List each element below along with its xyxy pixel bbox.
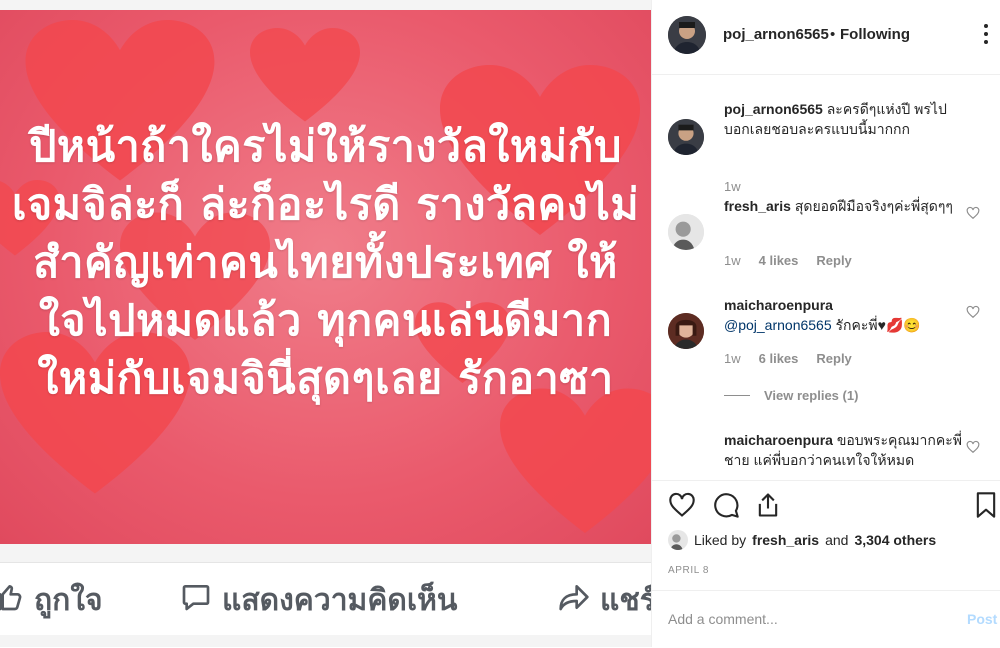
share-action[interactable]: แชร์	[558, 577, 651, 624]
thumbs-up-icon	[0, 581, 24, 621]
share-action-label: แชร์	[600, 583, 651, 618]
post-media: ปีหน้าถ้าใครไม่ให้รางวัลใหม่กับ เจมจิล่ะ…	[0, 0, 651, 647]
heart-decoration	[250, 25, 360, 130]
liked-by-prefix: Liked by	[694, 532, 747, 548]
post-comment-button[interactable]: Post	[967, 611, 997, 627]
comment-meta: 1w 6 likes Reply	[724, 351, 852, 366]
comments-list: poj_arnon6565 ละครดีๆแห่งปี พรไปบอกเลยชอ…	[652, 75, 1000, 480]
share-arrow-icon	[558, 581, 590, 621]
avatar[interactable]	[668, 530, 688, 550]
avatar[interactable]	[668, 214, 704, 250]
add-comment-bar: Add a comment... Post	[652, 590, 1000, 648]
comment-likes[interactable]: 4 likes	[759, 253, 799, 268]
comment-text: poj_arnon6565 ละครดีๆแห่งปี พรไปบอกเลยชอ…	[724, 99, 962, 139]
reply-button[interactable]: Reply	[816, 253, 851, 268]
reply-button[interactable]: Reply	[816, 351, 851, 366]
view-replies-label: View replies (1)	[764, 388, 859, 403]
liked-by-and: and	[825, 532, 849, 548]
comment-username[interactable]: maicharoenpura	[724, 432, 833, 448]
comment-time[interactable]: 1w	[724, 179, 741, 194]
post-header: poj_arnon6565 • Following	[652, 0, 1000, 75]
like-comment-heart-icon[interactable]	[966, 305, 980, 319]
comment-likes[interactable]: 6 likes	[759, 351, 799, 366]
comment-text: fresh_aris สุดยอดฝีมือจริงๆค่ะพี่สุดๆๆ	[724, 196, 962, 216]
post-image[interactable]: ปีหน้าถ้าใครไม่ให้รางวัลใหม่กับ เจมจิล่ะ…	[0, 10, 651, 544]
comment-text: maicharoenpura ขอบพระคุณมากคะพี่ชาย แค่พ…	[724, 430, 962, 470]
comment-action-label: แสดงความคิดเห็น	[222, 583, 458, 618]
liked-by-user[interactable]: fresh_aris	[752, 532, 819, 548]
comment-username[interactable]: poj_arnon6565	[724, 101, 823, 117]
comment-content: รักคะพี่♥💋😊	[835, 317, 921, 333]
view-replies-line	[724, 395, 750, 396]
comment-meta: 1w 4 likes Reply	[724, 253, 852, 268]
avatar[interactable]	[668, 16, 706, 54]
comment-time[interactable]: 1w	[724, 351, 741, 366]
post-side-panel: poj_arnon6565 • Following poj_arnon6565 …	[651, 0, 1000, 647]
more-options-icon[interactable]	[984, 24, 988, 48]
comment-username[interactable]: fresh_aris	[724, 198, 791, 214]
post-action-bar: ถูกใจ แสดงความคิดเห็น แชร์	[0, 562, 651, 635]
comment-text: maicharoenpura @poj_arnon6565 รักคะพี่♥💋…	[724, 295, 962, 335]
comment-username[interactable]: maicharoenpura	[724, 297, 833, 313]
liked-by-others[interactable]: 3,304 others	[854, 532, 936, 548]
header-username[interactable]: poj_arnon6565	[723, 26, 829, 43]
comment-time[interactable]: 1w	[724, 253, 741, 268]
like-action[interactable]: ถูกใจ	[0, 577, 103, 624]
avatar[interactable]	[668, 313, 704, 349]
comment-content: สุดยอดฝีมือจริงๆค่ะพี่สุดๆๆ	[794, 198, 953, 214]
like-action-label: ถูกใจ	[34, 583, 103, 618]
comment-icon[interactable]	[712, 491, 740, 519]
comment-bubble-icon	[180, 581, 212, 621]
add-comment-input[interactable]: Add a comment...	[668, 611, 778, 627]
following-button[interactable]: Following	[840, 26, 910, 43]
view-replies-button[interactable]: View replies (1)	[724, 388, 858, 403]
comment-meta: 1w	[724, 179, 741, 194]
share-icon[interactable]	[754, 491, 782, 519]
like-heart-icon[interactable]	[668, 491, 696, 519]
post-caption-text: ปีหน้าถ้าใครไม่ให้รางวัลใหม่กับ เจมจิล่ะ…	[11, 122, 640, 404]
avatar[interactable]	[668, 119, 704, 155]
comment-mention[interactable]: @poj_arnon6565	[724, 317, 832, 333]
header-separator: •	[830, 26, 836, 43]
liked-by-row: Liked by fresh_aris and 3,304 others	[668, 530, 936, 550]
bookmark-icon[interactable]	[972, 491, 1000, 519]
like-comment-heart-icon[interactable]	[966, 206, 980, 220]
like-comment-heart-icon[interactable]	[966, 440, 980, 454]
comment-action[interactable]: แสดงความคิดเห็น	[180, 577, 457, 624]
post-date[interactable]: APRIL 8	[668, 565, 709, 576]
post-top-strip	[0, 0, 651, 10]
post-actions	[652, 480, 1000, 531]
